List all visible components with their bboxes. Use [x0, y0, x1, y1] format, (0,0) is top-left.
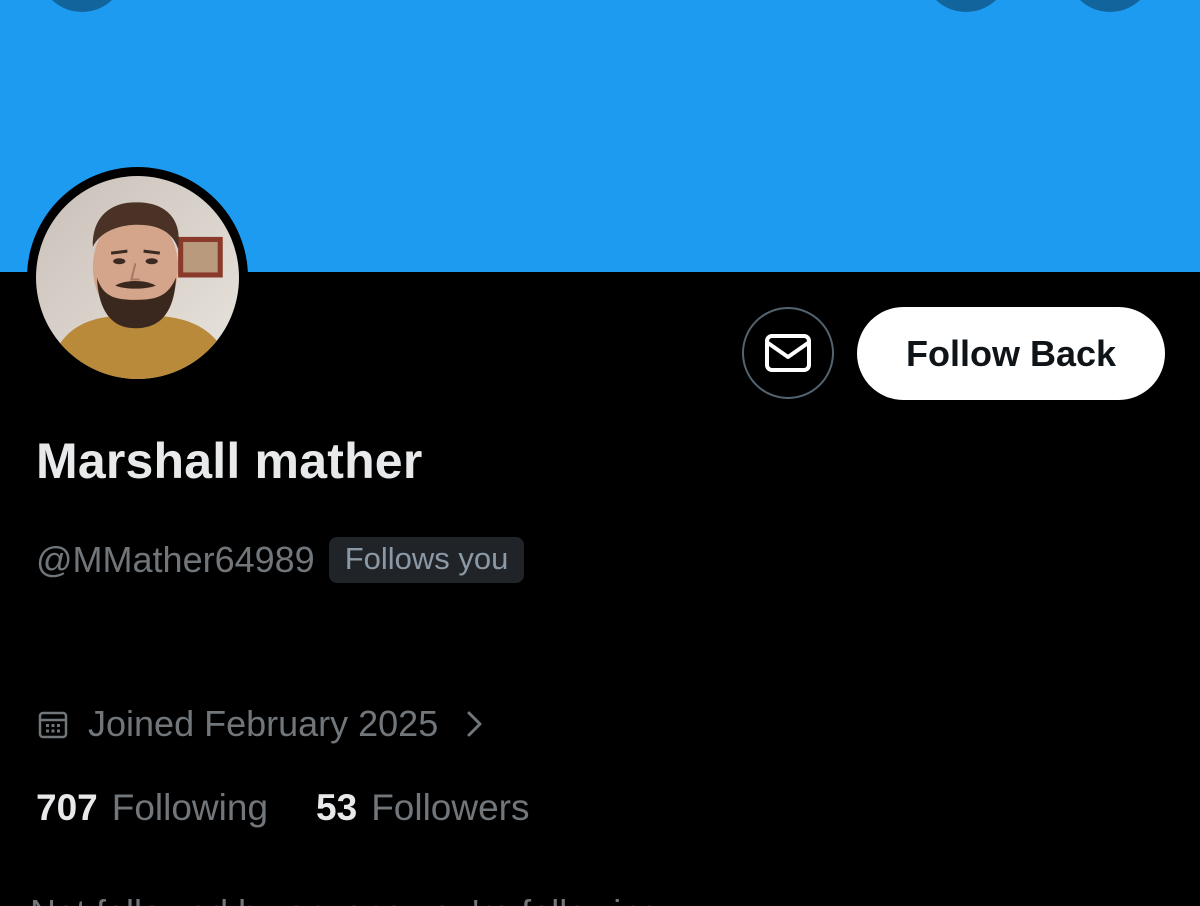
avatar-photo — [36, 176, 239, 379]
handle-row: @MMather64989 Follows you — [36, 537, 525, 583]
avatar[interactable] — [27, 167, 248, 388]
display-name: Marshall mather — [36, 433, 423, 489]
following-label: Following — [111, 787, 269, 828]
message-button[interactable] — [742, 307, 834, 399]
followers-count: 53 — [316, 787, 358, 828]
search-button[interactable] — [926, 0, 1006, 12]
followers-stat[interactable]: 53 Followers — [316, 787, 529, 829]
back-button[interactable] — [42, 0, 122, 12]
user-handle: @MMather64989 — [36, 539, 315, 580]
calendar-icon — [38, 711, 68, 739]
followers-label: Followers — [371, 787, 530, 828]
following-count: 707 — [36, 787, 98, 828]
follow-back-button[interactable]: Follow Back — [857, 307, 1165, 400]
following-stat[interactable]: 707 Following — [36, 787, 268, 829]
joined-date[interactable]: Joined February 2025 — [38, 703, 486, 745]
more-options-button[interactable] — [1070, 0, 1150, 12]
follow-stats: 707 Following 53 Followers — [36, 787, 578, 829]
follows-you-badge: Follows you — [328, 537, 525, 583]
joined-text: Joined February 2025 — [88, 703, 439, 744]
chevron-right-icon — [467, 711, 482, 737]
followed-by-info: Not followed by anyone you're following — [30, 892, 661, 906]
envelope-icon — [765, 334, 811, 372]
profile-page: Follow Back Marshall mather @MMather6498… — [0, 0, 1200, 906]
